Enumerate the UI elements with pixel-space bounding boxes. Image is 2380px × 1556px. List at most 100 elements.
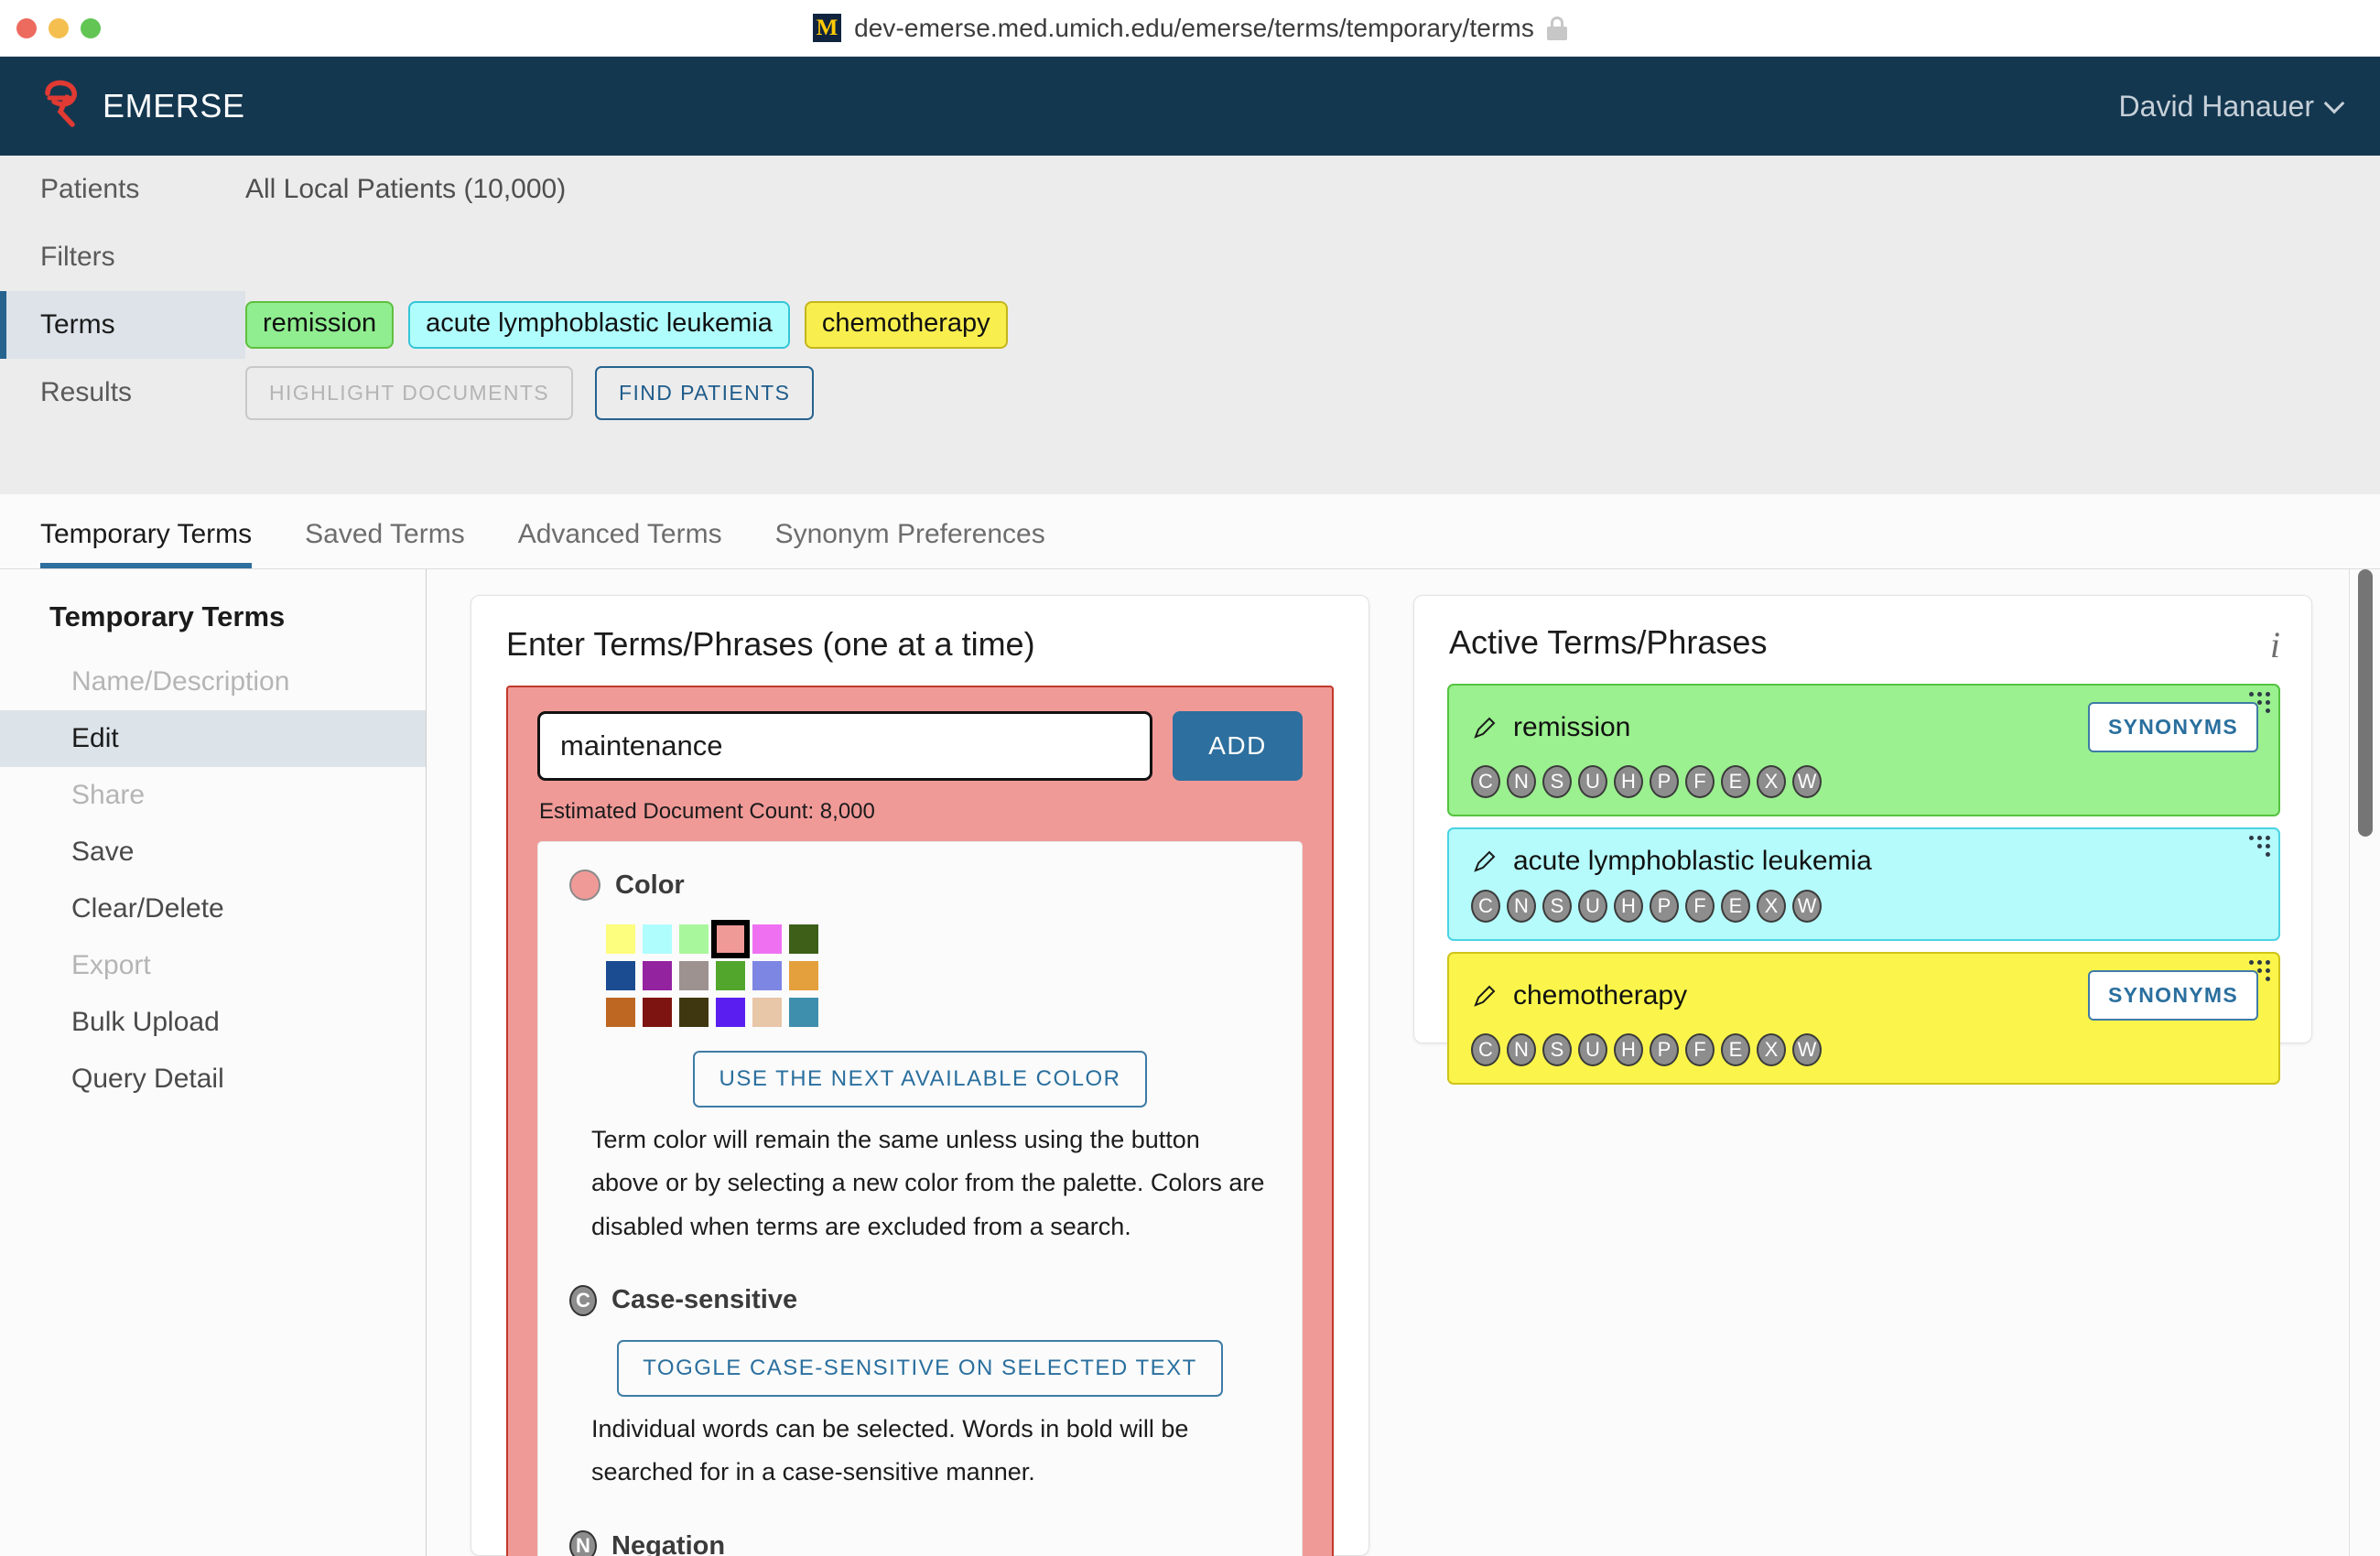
app-header: EMERSE David Hanauer (0, 57, 2380, 156)
active-term-name-wrap[interactable]: acute lymphoblastic leukemia (1471, 846, 1872, 877)
vertical-scrollbar[interactable] (2358, 569, 2373, 837)
palette-swatch[interactable] (789, 961, 818, 990)
case-sensitive-header: C Case-sensitive (569, 1284, 1271, 1316)
active-terms-title: Active Terms/Phrases (1449, 623, 1768, 661)
term-badge-n[interactable]: N (1507, 765, 1536, 798)
term-badge-c[interactable]: C (1471, 1033, 1500, 1066)
sidebar-item-query-detail[interactable]: Query Detail (0, 1051, 426, 1108)
term-badge-p[interactable]: P (1650, 890, 1679, 923)
term-badge-w[interactable]: W (1792, 765, 1822, 798)
negation-header: N Negation (569, 1530, 1271, 1556)
palette-swatch[interactable] (606, 924, 635, 954)
palette-swatch[interactable] (606, 961, 635, 990)
sidebar-item-name-description[interactable]: Name/Description (0, 654, 426, 710)
drag-handle-icon[interactable] (2249, 836, 2270, 857)
term-badge-u[interactable]: U (1578, 765, 1607, 798)
tab-advanced-terms[interactable]: Advanced Terms (492, 519, 749, 568)
term-badge-c[interactable]: C (1471, 765, 1500, 798)
palette-swatch[interactable] (606, 998, 635, 1027)
term-badge-n[interactable]: N (1507, 1033, 1536, 1066)
term-badge-x[interactable]: X (1757, 890, 1786, 923)
term-badge-w[interactable]: W (1792, 1033, 1822, 1066)
window-close-button[interactable] (16, 18, 37, 38)
palette-swatch[interactable] (789, 998, 818, 1027)
palette-swatch[interactable] (679, 998, 709, 1027)
user-menu-button[interactable]: David Hanauer (2119, 90, 2345, 124)
palette-swatch[interactable] (643, 924, 672, 954)
active-term-card[interactable]: acute lymphoblastic leukemia C N S U H P… (1447, 827, 2280, 941)
sidebar-item-edit[interactable]: Edit (0, 710, 426, 767)
term-badge-p[interactable]: P (1650, 1033, 1679, 1066)
term-badge-f[interactable]: F (1685, 890, 1715, 923)
term-badge-h[interactable]: H (1614, 1033, 1643, 1066)
palette-swatch[interactable] (752, 924, 782, 954)
term-badge-f[interactable]: F (1685, 765, 1715, 798)
term-badge-x[interactable]: X (1757, 1033, 1786, 1066)
term-badge-s[interactable]: S (1542, 765, 1572, 798)
sidebar-item-clear-delete[interactable]: Clear/Delete (0, 881, 426, 937)
term-badge-p[interactable]: P (1650, 765, 1679, 798)
term-chip[interactable]: acute lymphoblastic leukemia (408, 301, 790, 349)
palette-swatch[interactable] (789, 924, 818, 954)
active-term-card[interactable]: remission SYNONYMS C N S U H P F E X W (1447, 684, 2280, 816)
toggle-case-sensitive-button[interactable]: TOGGLE CASE-SENSITIVE ON SELECTED TEXT (617, 1339, 1223, 1397)
palette-swatch-selected[interactable] (711, 920, 750, 958)
window-minimize-button[interactable] (49, 18, 69, 38)
palette-swatch[interactable] (679, 924, 709, 954)
term-badge-e[interactable]: E (1721, 765, 1750, 798)
term-badge-h[interactable]: H (1614, 890, 1643, 923)
term-badge-s[interactable]: S (1542, 890, 1572, 923)
term-badge-c[interactable]: C (1471, 890, 1500, 923)
term-badge-n[interactable]: N (1507, 890, 1536, 923)
term-badge-s[interactable]: S (1542, 1033, 1572, 1066)
term-badge-w[interactable]: W (1792, 890, 1822, 923)
palette-swatch[interactable] (752, 961, 782, 990)
palette-swatch[interactable] (752, 998, 782, 1027)
synonyms-button[interactable]: SYNONYMS (2087, 970, 2258, 1021)
browser-titlebar: M dev-emerse.med.umich.edu/emerse/terms/… (0, 0, 2380, 57)
highlight-documents-button[interactable]: HIGHLIGHT DOCUMENTS (245, 365, 574, 420)
palette-swatch[interactable] (716, 961, 745, 990)
active-term-top-row: acute lymphoblastic leukemia (1471, 846, 2258, 877)
active-term-name-wrap[interactable]: remission (1471, 712, 1630, 743)
term-badge-x[interactable]: X (1757, 765, 1786, 798)
tab-saved-terms[interactable]: Saved Terms (278, 519, 492, 568)
query-row-terms[interactable]: Terms remission acute lymphoblastic leuk… (0, 291, 2380, 359)
use-next-available-color-button[interactable]: USE THE NEXT AVAILABLE COLOR (693, 1051, 1147, 1108)
sidebar-item-save[interactable]: Save (0, 824, 426, 881)
query-row-filters[interactable]: Filters (0, 223, 2380, 291)
brand-logo[interactable]: EMERSE (42, 79, 245, 134)
active-term-name-wrap[interactable]: chemotherapy (1471, 980, 1687, 1011)
term-chip[interactable]: chemotherapy (804, 301, 1008, 349)
active-term-card[interactable]: chemotherapy SYNONYMS C N S U H P F E X (1447, 952, 2280, 1085)
term-badge-u[interactable]: U (1578, 890, 1607, 923)
palette-swatch[interactable] (679, 961, 709, 990)
term-chip[interactable]: remission (245, 301, 395, 349)
tab-synonym-preferences[interactable]: Synonym Preferences (749, 519, 1072, 568)
term-badge-u[interactable]: U (1578, 1033, 1607, 1066)
palette-swatch[interactable] (716, 998, 745, 1027)
query-row-patients[interactable]: Patients All Local Patients (10,000) (0, 156, 2380, 223)
add-term-button[interactable]: ADD (1173, 711, 1303, 781)
find-patients-button[interactable]: FIND PATIENTS (595, 365, 815, 420)
sidebar-item-export[interactable]: Export (0, 937, 426, 994)
sidebar-item-share[interactable]: Share (0, 767, 426, 824)
palette-swatch[interactable] (643, 961, 672, 990)
drag-handle-icon[interactable] (2249, 960, 2270, 981)
drag-handle-icon[interactable] (2249, 692, 2270, 713)
page-url: dev-emerse.med.umich.edu/emerse/terms/te… (854, 13, 1534, 42)
sidebar-item-bulk-upload[interactable]: Bulk Upload (0, 994, 426, 1051)
address-bar[interactable]: M dev-emerse.med.umich.edu/emerse/terms/… (813, 14, 1567, 43)
term-badge-h[interactable]: H (1614, 765, 1643, 798)
active-term-top-row: chemotherapy SYNONYMS (1471, 970, 2258, 1021)
term-badge-e[interactable]: E (1721, 1033, 1750, 1066)
query-row-results[interactable]: Results HIGHLIGHT DOCUMENTS FIND PATIENT… (0, 359, 2380, 427)
tab-temporary-terms[interactable]: Temporary Terms (40, 519, 278, 568)
window-maximize-button[interactable] (81, 18, 101, 38)
term-badge-e[interactable]: E (1721, 890, 1750, 923)
synonyms-button[interactable]: SYNONYMS (2087, 702, 2258, 752)
palette-swatch[interactable] (643, 998, 672, 1027)
term-badge-f[interactable]: F (1685, 1033, 1715, 1066)
info-icon[interactable]: i (2270, 623, 2280, 664)
term-input[interactable] (537, 711, 1152, 781)
